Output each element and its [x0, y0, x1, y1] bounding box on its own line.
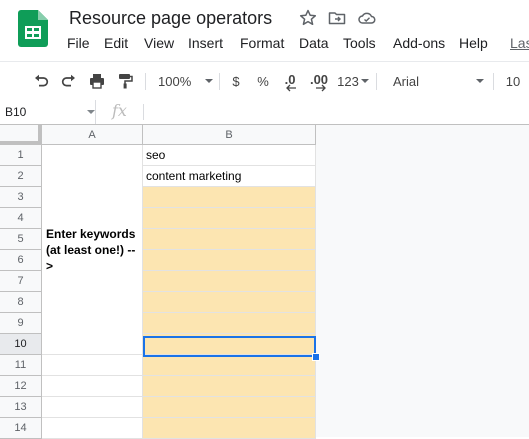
row-header-14[interactable]: 14	[0, 418, 42, 439]
menu-file[interactable]: File	[67, 35, 90, 51]
percent-format-button[interactable]: %	[254, 62, 272, 100]
font-size-select[interactable]: 10	[502, 62, 524, 100]
star-icon[interactable]	[298, 8, 318, 28]
cell-b6[interactable]	[143, 250, 316, 271]
sheets-logo-icon[interactable]	[18, 10, 48, 47]
formula-input[interactable]	[150, 100, 529, 124]
decrease-decimal-button[interactable]: .0	[280, 62, 300, 100]
cell-reference: B10	[5, 105, 27, 119]
column-header-a[interactable]: A	[42, 125, 143, 145]
cell-b3[interactable]	[143, 187, 316, 208]
paint-format-button[interactable]	[114, 62, 136, 100]
cell-b8[interactable]	[143, 292, 316, 313]
formula-bar: B10 fx	[0, 100, 529, 125]
row-header-13[interactable]: 13	[0, 397, 42, 418]
redo-icon	[61, 74, 75, 87]
menu-insert[interactable]: Insert	[188, 35, 223, 51]
row-header-7[interactable]: 7	[0, 271, 42, 292]
cell-b5[interactable]	[143, 229, 316, 250]
row-header-5[interactable]: 5	[0, 229, 42, 250]
more-formats-caret-icon	[360, 79, 369, 83]
row-header-1[interactable]: 1	[0, 145, 42, 166]
merged-cell-a1-a10[interactable]: Enter keywords (at least one!) -->	[42, 145, 143, 355]
font-family-value: Arial	[393, 73, 420, 89]
zoom-value: 100%	[158, 73, 192, 89]
cell-b14[interactable]	[143, 418, 316, 439]
document-title[interactable]: Resource page operators	[69, 8, 272, 29]
currency-format-button[interactable]: $	[227, 62, 245, 100]
cell-b2[interactable]: content marketing	[143, 166, 316, 187]
print-button[interactable]	[86, 62, 108, 100]
arrow-right-icon	[316, 84, 326, 92]
zoom-select[interactable]: 100%	[152, 62, 220, 100]
increase-decimal-button[interactable]: .00	[306, 62, 332, 100]
menu-data[interactable]: Data	[299, 35, 329, 51]
row-header-9[interactable]: 9	[0, 313, 42, 334]
fill-handle[interactable]	[312, 353, 320, 361]
more-formats-button[interactable]: 123	[336, 62, 370, 100]
row-header-8[interactable]: 8	[0, 292, 42, 313]
paint-format-icon	[119, 74, 133, 89]
toolbar: 100% $ % .0 .00 123 Arial 10	[0, 61, 529, 101]
move-folder-icon[interactable]	[327, 8, 347, 28]
row-header-3[interactable]: 3	[0, 187, 42, 208]
cell-a13[interactable]	[42, 397, 143, 418]
menu-view[interactable]: View	[144, 35, 174, 51]
selection-outline	[143, 336, 316, 357]
select-all-corner[interactable]	[0, 125, 42, 145]
menu-help[interactable]: Help	[459, 35, 488, 51]
arrow-left-icon	[286, 84, 296, 92]
more-formats-label: 123	[337, 73, 359, 89]
undo-icon	[35, 74, 49, 87]
name-box[interactable]: B10	[0, 100, 96, 124]
cell-a12[interactable]	[42, 376, 143, 397]
menu-addons[interactable]: Add-ons	[393, 35, 445, 51]
column-header-b[interactable]: B	[143, 125, 316, 145]
cell-a14[interactable]	[42, 418, 143, 439]
last-edit-link[interactable]: Las	[510, 35, 529, 51]
row-header-4[interactable]: 4	[0, 208, 42, 229]
cell-b12[interactable]	[143, 376, 316, 397]
cell-b9[interactable]	[143, 313, 316, 334]
menu-format[interactable]: Format	[240, 35, 284, 51]
row-header-12[interactable]: 12	[0, 376, 42, 397]
cell-b4[interactable]	[143, 208, 316, 229]
spreadsheet-grid: A B 1 seo 2 content marketing 3 4 5 6 7 8 9 10 11 12 1…	[0, 125, 529, 439]
zoom-caret-icon	[205, 79, 214, 83]
font-family-select[interactable]: Arial	[384, 62, 486, 100]
name-box-caret-icon	[87, 110, 95, 114]
cell-b11[interactable]	[143, 355, 316, 376]
row-header-6[interactable]: 6	[0, 250, 42, 271]
row-header-10[interactable]: 10	[0, 334, 42, 355]
cell-b1[interactable]: seo	[143, 145, 316, 166]
menu-edit[interactable]: Edit	[104, 35, 128, 51]
row-header-2[interactable]: 2	[0, 166, 42, 187]
cloud-status-icon[interactable]	[357, 8, 377, 28]
font-family-caret-icon	[476, 79, 484, 83]
cell-b7[interactable]	[143, 271, 316, 292]
fx-icon: fx	[112, 101, 127, 120]
cell-a11[interactable]	[42, 355, 143, 376]
menu-tools[interactable]: Tools	[343, 35, 376, 51]
undo-button[interactable]	[30, 62, 52, 100]
cell-b13[interactable]	[143, 397, 316, 418]
row-header-11[interactable]: 11	[0, 355, 42, 376]
print-icon	[90, 74, 104, 89]
redo-button[interactable]	[58, 62, 80, 100]
